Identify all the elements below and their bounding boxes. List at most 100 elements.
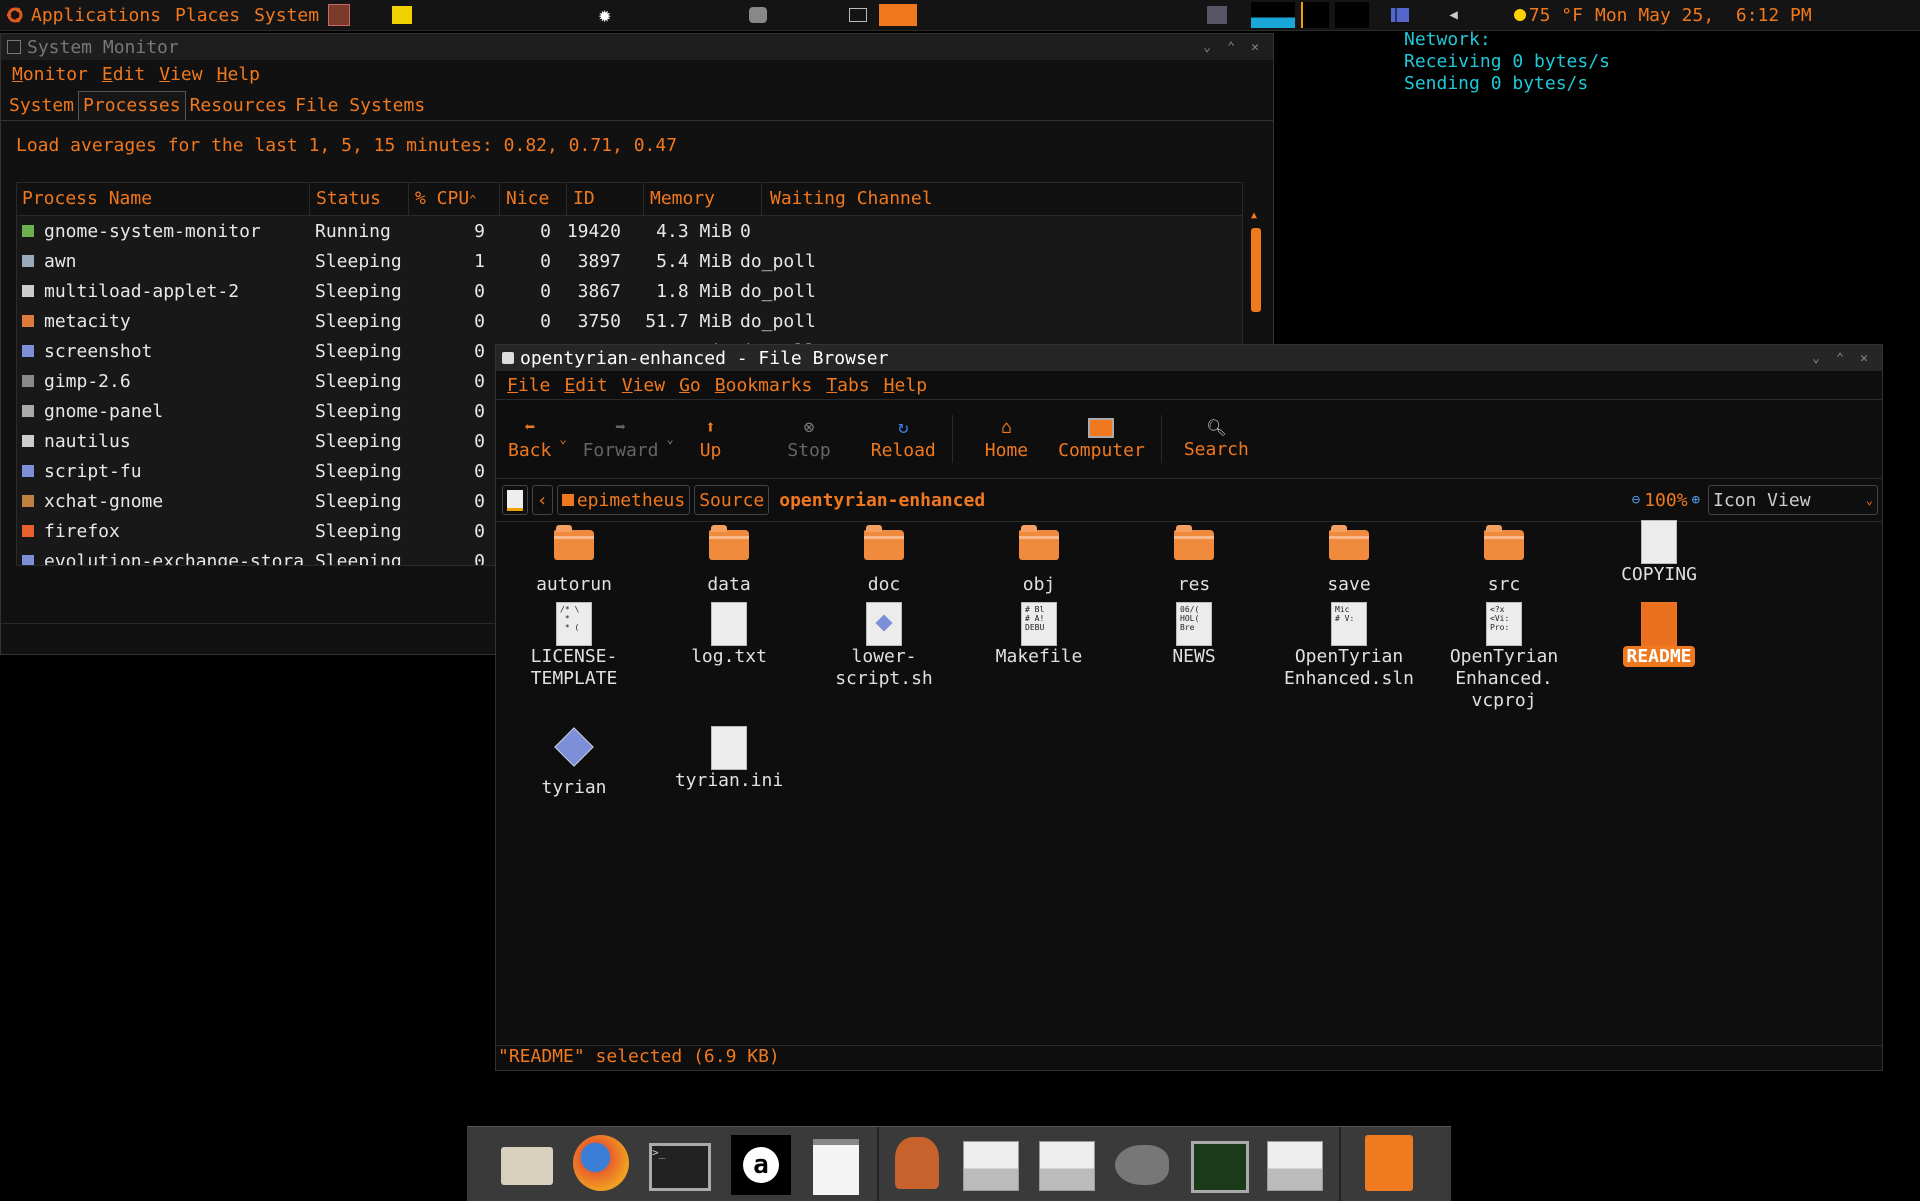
dock-drive-1[interactable] <box>963 1135 1023 1195</box>
workspace-2[interactable] <box>879 4 918 26</box>
up-button[interactable]: ⬆ Up <box>692 417 730 461</box>
file-item[interactable]: Mic # V: OpenTyrian Enhanced.sln <box>1273 602 1425 690</box>
file-item[interactable]: lower- script.sh <box>808 602 960 690</box>
file-item[interactable]: tyrian.ini <box>653 726 805 792</box>
dock-trash[interactable] <box>1359 1135 1419 1195</box>
system-menu[interactable]: System <box>247 5 326 26</box>
col-nice[interactable]: Nice <box>500 183 567 215</box>
path-scroll-left-button[interactable]: ‹ <box>532 485 553 515</box>
maximize-button[interactable]: ⌃ <box>1219 40 1243 55</box>
crumb-source[interactable]: Source <box>694 485 770 515</box>
weather-icon[interactable] <box>1513 9 1526 21</box>
tab-processes[interactable]: Processes <box>78 91 186 120</box>
menu-monitor[interactable]: Monitor <box>5 64 95 85</box>
col-id[interactable]: ID <box>567 183 644 215</box>
brightness-icon[interactable]: ✹ <box>598 3 611 28</box>
menu-bookmarks[interactable]: Bookmarks <box>708 375 820 396</box>
dock-firefox[interactable] <box>573 1135 633 1195</box>
notes-launcher-icon[interactable] <box>392 6 413 24</box>
maximize-button[interactable]: ⌃ <box>1828 351 1852 366</box>
minimize-button[interactable]: ⌄ <box>1804 351 1828 366</box>
power-icon[interactable] <box>749 7 768 23</box>
col-memory[interactable]: Memory <box>644 183 762 215</box>
menu-view[interactable]: View <box>615 375 672 396</box>
applications-menu[interactable]: Applications <box>24 5 168 26</box>
file-item[interactable]: tyrian <box>498 726 650 799</box>
crumb-current[interactable]: opentyrian-enhanced <box>773 490 991 511</box>
minimize-button[interactable]: ⌄ <box>1195 40 1219 55</box>
file-item[interactable]: # Bl # A! DEBU Makefile <box>963 602 1115 668</box>
view-mode-select[interactable]: Icon View ⌄ <box>1708 485 1878 515</box>
network-load-graph[interactable] <box>1335 2 1370 28</box>
tab-system[interactable]: System <box>5 92 78 120</box>
dock-awn-manager[interactable]: a <box>731 1135 791 1195</box>
computer-button[interactable]: Computer <box>1050 417 1153 461</box>
forward-history-dropdown[interactable]: ⌄ <box>666 432 673 446</box>
dock-drive-3[interactable] <box>1267 1135 1327 1195</box>
file-item[interactable]: log.txt <box>653 602 805 668</box>
screenshot-launcher-icon[interactable] <box>328 4 351 26</box>
process-row[interactable]: multiload-applet-2 Sleeping 0 0 3867 1.8 MiB d… <box>17 276 1242 306</box>
menu-help[interactable]: Help <box>877 375 934 396</box>
dock-drive-2[interactable] <box>1039 1135 1099 1195</box>
dock-system-monitor[interactable] <box>1191 1135 1251 1195</box>
system-monitor-titlebar[interactable]: System Monitor ⌄ ⌃ ✕ <box>1 34 1273 60</box>
dock-gimp-paint[interactable] <box>887 1135 947 1195</box>
menu-edit[interactable]: Edit <box>95 64 152 85</box>
stop-button[interactable]: ⊗ Stop <box>779 417 838 461</box>
menu-help[interactable]: Help <box>210 64 267 85</box>
menu-view[interactable]: View <box>152 64 209 85</box>
zoom-out-icon[interactable]: ⊖ <box>1632 492 1640 508</box>
home-button[interactable]: ⌂ Home <box>977 417 1036 461</box>
file-item[interactable]: save <box>1273 520 1425 596</box>
zoom-in-icon[interactable]: ⊕ <box>1692 492 1700 508</box>
search-button[interactable]: 🔍︎ Search <box>1176 418 1257 460</box>
menu-file[interactable]: File <box>500 375 557 396</box>
tab-file-systems[interactable]: File Systems <box>291 92 429 120</box>
reload-button[interactable]: ↻ Reload <box>863 417 944 461</box>
volume-icon[interactable]: ◀ <box>1449 7 1457 23</box>
cpu-load-graph[interactable] <box>1251 2 1296 28</box>
toggle-location-entry-button[interactable] <box>502 485 528 515</box>
memory-load-graph[interactable] <box>1301 2 1330 28</box>
back-history-dropdown[interactable]: ⌄ <box>559 432 566 446</box>
back-button[interactable]: ⬅ Back <box>500 417 559 461</box>
zoom-level[interactable]: 100% <box>1644 490 1687 511</box>
tab-resources[interactable]: Resources <box>186 92 292 120</box>
workspace-1[interactable] <box>849 8 868 22</box>
process-row[interactable]: metacity Sleeping 0 0 3750 51.7 MiB do_poll <box>17 306 1242 336</box>
dock-text-editor[interactable] <box>807 1135 867 1195</box>
close-button[interactable]: ✕ <box>1243 40 1267 55</box>
dock-gimp[interactable] <box>1115 1135 1175 1195</box>
places-menu[interactable]: Places <box>168 5 247 26</box>
dock-terminal[interactable]: >_ <box>649 1135 711 1195</box>
file-item[interactable]: /* \ * * (LICENSE- TEMPLATE <box>498 602 650 690</box>
file-item[interactable]: autorun <box>498 520 650 596</box>
signal-strength-icon[interactable] <box>1391 8 1410 22</box>
scroll-up-icon[interactable]: ▲ <box>1251 210 1257 221</box>
file-item[interactable]: 06/( HOL( Bre NEWS <box>1118 602 1270 668</box>
file-icon-view[interactable]: autorun data doc obj res save src COPYING /* \ *… <box>496 520 1882 1048</box>
menu-tabs[interactable]: Tabs <box>819 375 876 396</box>
scrollbar-thumb[interactable] <box>1251 228 1261 312</box>
file-item[interactable]: src <box>1428 520 1580 596</box>
file-item[interactable]: COPYING <box>1583 520 1735 586</box>
clock[interactable]: Mon May 25, 6:12 PM <box>1595 5 1812 26</box>
file-item[interactable]: data <box>653 520 805 596</box>
file-item[interactable]: README <box>1583 602 1735 668</box>
col-cpu[interactable]: % CPU^ <box>409 183 500 215</box>
file-item[interactable]: doc <box>808 520 960 596</box>
ubuntu-logo-icon[interactable] <box>6 6 24 24</box>
close-button[interactable]: ✕ <box>1852 351 1876 366</box>
menu-edit[interactable]: Edit <box>557 375 614 396</box>
weather-temp[interactable]: 75 °F <box>1529 5 1583 26</box>
col-waiting-channel[interactable]: Waiting Channel <box>762 183 1242 215</box>
col-process-name[interactable]: Process Name <box>17 183 310 215</box>
crumb-epimetheus[interactable]: epimetheus <box>556 485 691 515</box>
col-status[interactable]: Status <box>310 183 409 215</box>
file-item[interactable]: res <box>1118 520 1270 596</box>
menu-go[interactable]: Go <box>672 375 708 396</box>
file-item[interactable]: <?x <Vi: Pro: OpenTyrian Enhanced. vcproj <box>1428 602 1580 712</box>
forward-button[interactable]: ➡ Forward <box>575 417 667 461</box>
file-browser-titlebar[interactable]: opentyrian-enhanced - File Browser ⌄ ⌃ ✕ <box>496 345 1882 371</box>
